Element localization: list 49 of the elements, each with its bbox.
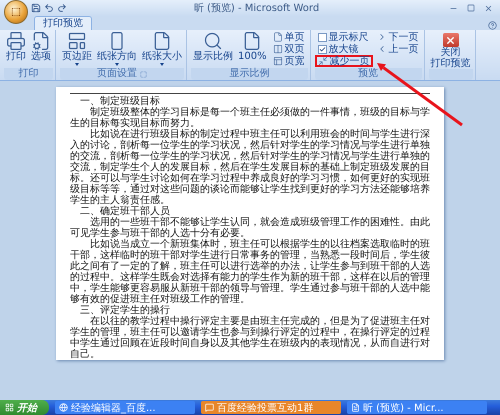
undo-icon[interactable] <box>44 3 54 13</box>
chat-icon <box>205 403 214 412</box>
checkbox-option[interactable]: 放大镜 <box>314 43 373 55</box>
paragraph: 比如说在进行班级目标的制定过程中班主任可以利用班会的时间与学生进行深入的讨论，剖析每一位学生的学习状况，然后针对学生的学习情况与学生进行单独的交流，剖析每一位学生的学习状况，然后针对学生的学习情况与学生进行单独的交流，制定学生个人的发展目标，然后在学生发展目标的基础上制定班级发展的目标。还可以与学生讨论如何在学习过程中养成良好的学习习惯，如何更好的实现班级目标等等，通过对这些问题的谈论而能够让学生找到更好的学习方法还能够培养学生的主人翁责任感。 <box>70 129 430 206</box>
group-label: 显示比例 <box>229 68 270 80</box>
start-button[interactable]: 开始 <box>0 400 49 415</box>
paragraph: 比如说当成立一个新班集体时，班主任可以根据学生的以往档案选取临时的班干部，这样临时的班干部对学生进行日常事务的管理，当熟悉一段时间后，学生彼此之间有了一定的了解，班主任可以进行选举的办法，让学生参与到班干部的人选的过程中。这样学生既会对选择有能力的学生作为新的班干部，这样在以后的管理中，学生能够更容易服从新班干部的领导与管理。学生通过参与班干部的人选中能够有效的促进班主任对班级工作的管理。 <box>70 239 430 305</box>
ribbon-button[interactable]: 100% <box>236 31 269 62</box>
page-icon <box>242 31 262 51</box>
printer-icon <box>6 31 26 51</box>
paragraph: 在以往的教学过程中操行评定主要是由班主任完成的，但是为了促进班主任对学生的管理，班主任可以邀请学生也参与到操行评定的过程中，在操行评定的过程中学生通过回顾在近段时间自身以及其他学生在班级内的表现情况，从而自进行对自己。 <box>70 316 430 360</box>
page-gear-icon <box>31 31 51 51</box>
ribbon-button[interactable]: 选项 <box>29 31 53 62</box>
section-heading: 三、评定学生的操行 <box>79 305 170 316</box>
taskbar-button[interactable]: 经验编辑器_百度... <box>55 401 195 414</box>
ribbon-button[interactable]: 页宽 <box>270 55 308 67</box>
ribbon-tab[interactable]: 打印预览 <box>34 16 92 30</box>
panel-icon <box>272 56 283 66</box>
close-icon <box>442 33 459 47</box>
section-heading: 一、制定班级目标 <box>79 96 161 107</box>
window-title: 昕 (预览) - Microsoft Word <box>192 2 320 15</box>
save-icon[interactable] <box>31 3 41 13</box>
magnifier-icon <box>203 31 223 51</box>
two-column-icon <box>272 44 283 54</box>
document-icon <box>351 403 360 412</box>
taskbar-button[interactable]: 昕 (预览) - Micr... <box>347 401 487 414</box>
globe-icon <box>59 403 68 412</box>
office-logo-button[interactable] <box>4 0 28 24</box>
page-icon <box>152 31 172 51</box>
redo-icon[interactable] <box>57 3 67 13</box>
group-label: 打印 <box>18 68 38 80</box>
ribbon-button[interactable]: 上一页 <box>374 43 422 55</box>
group-label: 预览 <box>358 68 378 80</box>
ribbon-button[interactable]: 单页 <box>270 31 308 43</box>
ribbon-button[interactable]: 下一页 <box>374 31 422 43</box>
paragraph: 制定班级整体的学习目标是每一个班主任必须做的一件事情，班级的目标与学生的目标每实现目标而努力。 <box>70 107 430 129</box>
ribbon-button[interactable]: 显示比例 <box>191 31 235 62</box>
section-heading: 二、确定班干部人员 <box>79 206 170 217</box>
group-label: 页面设置 <box>97 68 137 80</box>
ribbon-button[interactable]: 打印 <box>4 31 28 62</box>
paragraph: 选用的一些班干部不能够让学生认同，就会造成班级管理工作的困难性。由此可见学生参与班干部的人选十分有必要。 <box>70 217 430 239</box>
shrink-icon <box>318 56 328 66</box>
ribbon-button[interactable]: 双页 <box>270 43 308 55</box>
checkmark-icon <box>318 46 326 52</box>
checkbox-option[interactable]: 显示标尺 <box>314 31 373 43</box>
close-preview-button[interactable]: 关闭 打印预览 <box>428 31 473 69</box>
page-icon <box>272 32 283 42</box>
windows-logo-icon <box>5 403 14 412</box>
page-layout-icon <box>67 31 87 51</box>
